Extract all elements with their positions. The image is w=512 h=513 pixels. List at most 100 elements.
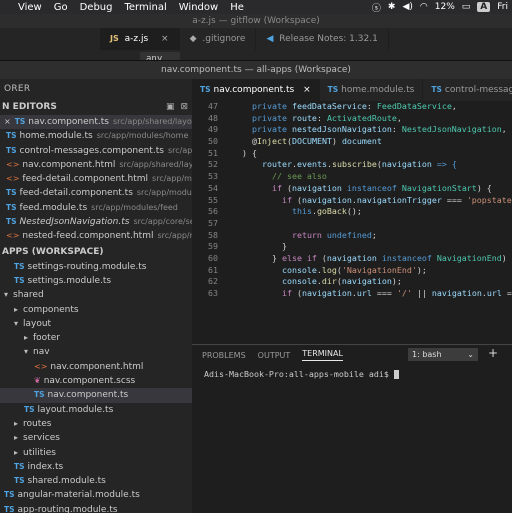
code-area[interactable]: 47 private feedDataService: FeedDataServ… — [192, 101, 512, 300]
file-item[interactable]: TS index.ts — [0, 460, 192, 474]
file-name: feed-detail.component.ts — [19, 188, 133, 199]
folder-item[interactable]: ▾ layout — [0, 317, 192, 331]
editor-tab[interactable]: TScontrol-messages.comp — [423, 79, 512, 101]
background-tab[interactable]: JS a-z.js × — [100, 28, 180, 50]
code-line: 53 // see also — [192, 171, 512, 183]
chevron-down-icon: ▾ — [24, 347, 29, 357]
close-icon[interactable]: × — [4, 117, 11, 126]
code-token: ); — [416, 264, 427, 275]
volume-icon[interactable]: ◀) — [402, 2, 412, 12]
folder-item[interactable]: ▸ footer — [0, 331, 192, 345]
code-token: navigation — [301, 288, 352, 298]
tree-label: index.ts — [27, 461, 64, 472]
line-number: 57 — [208, 217, 218, 228]
background-tab[interactable]: ◆ .gitignore — [180, 28, 257, 50]
file-item[interactable]: ❦ nav.component.scss — [0, 374, 192, 388]
menu-help[interactable]: He — [224, 2, 250, 13]
file-item[interactable]: TS settings.module.ts — [0, 274, 192, 288]
open-editor-item[interactable]: TSNestedJsonNavigation.tssrc/app/core/se… — [0, 215, 192, 229]
folder-item[interactable]: ▸ utilities — [0, 446, 192, 460]
code-token: , — [396, 112, 402, 123]
tree-label: nav.component.html — [50, 361, 144, 372]
folder-item[interactable]: ▸ services — [0, 431, 192, 445]
battery-icon[interactable]: ▭ — [462, 2, 471, 12]
open-editor-item[interactable]: <>feed-detail.component.htmlsrc/app/modu… — [0, 172, 192, 186]
code-token: (); — [346, 206, 362, 217]
open-editor-item[interactable]: TS feed.module.ts src/app/modules/feed — [0, 201, 192, 215]
bottom-panel: PROBLEMS OUTPUT TERMINAL 1: bash ⌄ + Adis… — [192, 344, 512, 513]
tree-label: shared.module.ts — [27, 476, 106, 487]
menu-debug[interactable]: Debug — [74, 2, 119, 13]
code-line: 61 console.log('NavigationEnd'); — [192, 265, 512, 277]
battery-percent[interactable]: 12% — [435, 2, 455, 12]
folder-item[interactable]: ▾ nav — [0, 345, 192, 359]
code-token: NavigationEnd — [436, 252, 502, 263]
typescript-file-icon: TS — [14, 461, 25, 471]
open-editor-item[interactable]: TScontrol-messages.component.tssrc/app/s… — [0, 144, 192, 158]
code-token: private — [251, 101, 292, 111]
code-token: subscribe — [331, 159, 377, 170]
file-item[interactable]: TS app-routing.module.ts — [0, 503, 192, 513]
code-token: log — [321, 264, 337, 275]
menu-go[interactable]: Go — [48, 2, 74, 13]
file-item[interactable]: TS shared.module.ts — [0, 474, 192, 488]
close-icon[interactable]: × — [300, 85, 311, 95]
line-number: 59 — [208, 241, 218, 252]
tab-terminal[interactable]: TERMINAL — [302, 349, 343, 361]
tab-problems[interactable]: PROBLEMS — [202, 351, 246, 360]
file-item[interactable]: <> nav.component.html — [0, 360, 192, 374]
menu-window[interactable]: Window — [173, 2, 224, 13]
code-token: undefined — [326, 229, 372, 240]
code-token: feedDataService — [291, 101, 367, 111]
close-icon[interactable]: × — [161, 34, 169, 44]
tab-label: Release Notes: 1.32.1 — [279, 34, 378, 44]
code-token: ; — [371, 229, 377, 240]
code-line: 58 return undefined; — [192, 230, 512, 242]
background-window: a-z.js — gitflow (Workspace) JS a-z.js ×… — [0, 14, 512, 66]
code-token: ) { — [476, 182, 492, 193]
folder-item[interactable]: ▸ components — [0, 303, 192, 317]
file-item[interactable]: TS angular-material.module.ts — [0, 488, 192, 502]
menu-view[interactable]: View — [12, 2, 48, 13]
folder-item[interactable]: ▾ shared — [0, 288, 192, 302]
folder-item[interactable]: ▸ routes — [0, 417, 192, 431]
open-editor-item[interactable]: <>nav.component.htmlsrc/app/shared/layou… — [0, 158, 192, 172]
new-terminal-icon[interactable]: + — [488, 346, 498, 360]
line-number: 52 — [208, 159, 218, 170]
background-tab[interactable]: ◀ Release Notes: 1.32.1 — [256, 28, 389, 50]
save-all-icon[interactable]: ▣ — [166, 99, 175, 115]
editor-tab[interactable]: TS nav.component.ts × — [192, 79, 320, 101]
open-editors-section[interactable]: N EDITORS ▣ ⊠ — [0, 99, 192, 115]
open-editor-item[interactable]: ×TSnav.component.tssrc/app/shared/layout… — [0, 115, 192, 130]
clock-day[interactable]: Fri — [497, 2, 508, 12]
workspace-section[interactable]: APPS (WORKSPACE) — [0, 244, 192, 260]
open-editor-item[interactable]: <>nested-feed.component.htmlsrc/app/modu… — [0, 229, 192, 243]
terminal-output[interactable]: Adis-MacBook-Pro:all-apps-mobile adi$ — [192, 365, 512, 379]
file-path: src/app/share... — [167, 145, 192, 155]
file-item[interactable]: TS settings-routing.module.ts — [0, 260, 192, 274]
code-line: 60 } else if (navigation instanceof Navi… — [192, 253, 512, 265]
open-editor-item[interactable]: TS home.module.ts src/app/modules/home — [0, 129, 192, 143]
tree-label: angular-material.module.ts — [17, 490, 140, 501]
file-item[interactable]: TS nav.component.ts — [0, 388, 192, 403]
code-token: } — [232, 241, 287, 252]
tree-label: nav — [33, 347, 50, 358]
code-token: if — [271, 182, 287, 193]
tab-output[interactable]: OUTPUT — [258, 351, 291, 360]
file-name: nav.component.ts — [28, 117, 109, 127]
skype-icon[interactable]: ⓢ — [372, 1, 381, 14]
bluetooth-icon[interactable]: ✱ — [388, 2, 396, 12]
wifi-icon[interactable]: ◠ — [420, 2, 428, 12]
menu-terminal[interactable]: Terminal — [119, 2, 173, 13]
code-token: navigationTrigger — [356, 194, 442, 205]
file-tree: TS settings-routing.module.ts TS settings.m… — [0, 260, 192, 513]
file-item[interactable]: TS layout.module.ts — [0, 403, 192, 417]
close-all-icon[interactable]: ⊠ — [180, 99, 188, 115]
terminal-select[interactable]: 1: bash ⌄ — [408, 348, 478, 361]
editor-tab[interactable]: TS home.module.ts — [320, 79, 424, 101]
user-avatar[interactable]: A — [477, 2, 491, 12]
open-editor-item[interactable]: TSfeed-detail.component.tssrc/app/module… — [0, 186, 192, 200]
